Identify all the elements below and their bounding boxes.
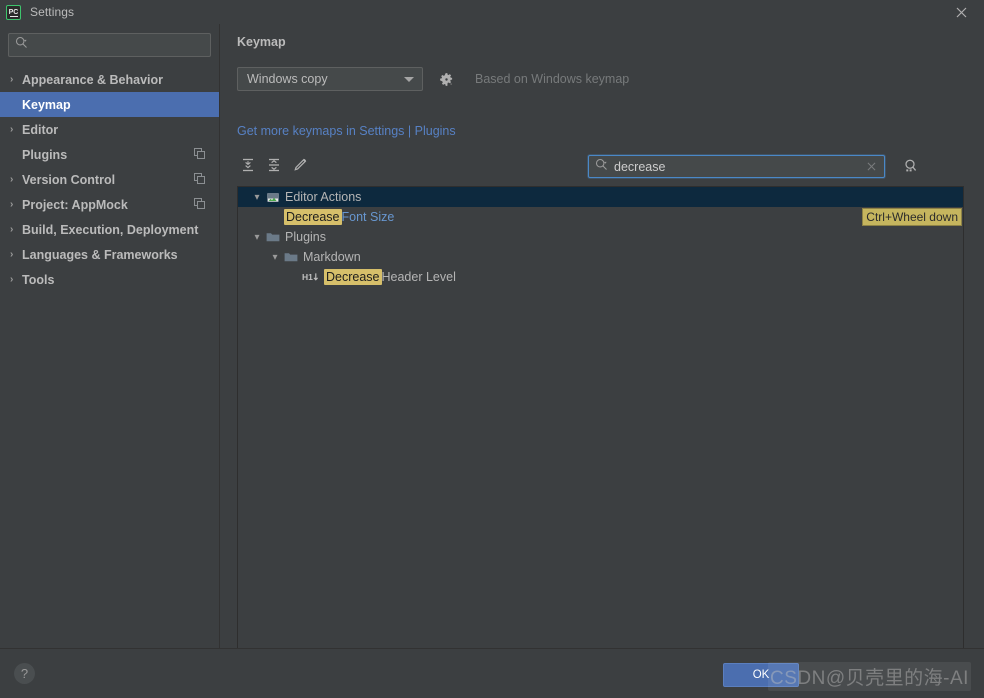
search-icon [15,36,28,54]
copy-icon [194,148,205,162]
keymap-panel: Keymap Windows copy Based on Windows key… [220,24,984,652]
sidebar-item-label: Editor [22,122,59,137]
help-button[interactable]: ? [14,663,35,684]
sidebar-item-label: Build, Execution, Deployment [22,222,199,237]
close-icon[interactable] [938,0,984,24]
folder-icon [266,231,280,243]
sidebar-item-label: Version Control [22,172,116,187]
pycharm-icon: PC [6,4,21,20]
shortcut-badge: Ctrl+Wheel down [862,208,962,226]
edit-shortcut-icon[interactable] [289,154,311,176]
sidebar-item-keymap[interactable]: Keymap [0,92,219,117]
sidebar-item-label: Tools [22,272,55,287]
dialog-footer: ? [0,648,984,698]
chevron-right-icon: › [10,73,14,85]
chevron-down-icon [404,77,414,82]
h1-down-icon: H1 [302,271,319,283]
chevron-down-icon[interactable]: ▾ [248,232,266,243]
keymap-search-box[interactable] [588,155,885,178]
expand-all-icon[interactable] [237,154,259,176]
get-more-keymaps-link[interactable]: Get more keymaps in Settings | Plugins [237,124,456,138]
window-title: Settings [30,5,75,19]
sidebar-item-label: Appearance & Behavior [22,72,164,87]
settings-dialog: PC Settings › Appearance & Behavior Keym… [0,0,984,698]
keymap-controls-row: Windows copy Based on Windows keymap [237,67,629,91]
sidebar-item-editor[interactable]: › Editor [0,117,219,142]
chevron-right-icon: › [10,248,14,260]
tree-row-label: Markdown [303,250,361,264]
tree-row-highlight: Decrease [324,269,382,285]
keymap-search-input[interactable] [614,159,865,174]
gear-icon[interactable] [439,72,454,87]
tree-row-label: Editor Actions [285,190,362,204]
based-on-label: Based on Windows keymap [475,72,630,86]
copy-icon [194,198,205,212]
tree-row[interactable]: ▾ Plugins [238,227,963,247]
sidebar-item-label: Languages & Frameworks [22,247,178,262]
chevron-down-icon[interactable]: ▾ [266,252,284,263]
find-by-shortcut-icon[interactable] [902,158,919,180]
sidebar-item-label: Plugins [22,147,68,162]
chevron-right-icon: › [10,198,14,210]
keymap-select[interactable]: Windows copy [237,67,423,91]
chevron-right-icon: › [10,123,14,135]
tree-row-label: Header Level [381,270,456,284]
title-bar: PC Settings [0,0,984,24]
chevron-right-icon: › [10,173,14,185]
sidebar: › Appearance & Behavior Keymap › Editor … [0,24,220,648]
sidebar-item-project-appmock[interactable]: › Project: AppMock [0,192,219,217]
clear-icon[interactable] [865,158,878,176]
tree-row[interactable]: H1 Decrease Header Level [238,267,963,287]
sidebar-item-build-execution-deployment[interactable]: › Build, Execution, Deployment [0,217,219,242]
tree-row[interactable]: ▾ Editor Actions [238,187,963,207]
sidebar-search-input[interactable] [32,38,204,52]
tree-row-highlight: Decrease [284,209,342,225]
ok-button[interactable]: OK [723,663,799,687]
sidebar-item-version-control[interactable]: › Version Control [0,167,219,192]
search-icon [595,158,608,176]
editor-actions-icon [266,191,280,204]
collapse-all-icon[interactable] [263,154,285,176]
svg-text:H1: H1 [302,272,313,282]
sidebar-item-label: Keymap [22,97,71,112]
chevron-right-icon: › [10,273,14,285]
tree-row-label: Font Size [341,210,395,224]
sidebar-item-list: › Appearance & Behavior Keymap › Editor … [0,67,219,292]
sidebar-item-plugins[interactable]: Plugins [0,142,219,167]
keymap-select-value: Windows copy [247,72,328,86]
tree-row[interactable]: Decrease Font Size Ctrl+Wheel down [238,207,963,227]
sidebar-item-label: Project: AppMock [22,197,128,212]
folder-icon [284,251,298,263]
sidebar-item-tools[interactable]: › Tools [0,267,219,292]
sidebar-search-box[interactable] [8,33,211,57]
tree-row[interactable]: ▾ Markdown [238,247,963,267]
keymap-tree[interactable]: ▾ Editor Actions Decrease Font Size Ctrl… [237,186,964,652]
tree-row-label: Plugins [285,230,326,244]
chevron-right-icon: › [10,223,14,235]
copy-icon [194,173,205,187]
sidebar-item-languages-frameworks[interactable]: › Languages & Frameworks [0,242,219,267]
page-title: Keymap [237,35,286,49]
sidebar-item-appearance-behavior[interactable]: › Appearance & Behavior [0,67,219,92]
chevron-down-icon[interactable]: ▾ [248,192,266,203]
